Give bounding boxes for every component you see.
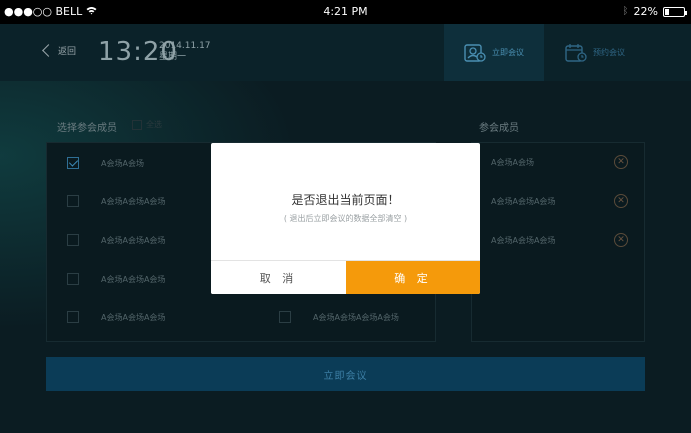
dialog-title: 是否退出当前页面！ — [291, 193, 400, 207]
dialog-subtitle: ( 退出后立即会议的数据全部清空 ) — [283, 214, 408, 223]
confirm-button[interactable]: 确 定 — [346, 261, 480, 294]
exit-confirm-dialog: 是否退出当前页面！ ( 退出后立即会议的数据全部清空 ) 取 消 确 定 — [211, 143, 480, 294]
cancel-button[interactable]: 取 消 — [211, 261, 346, 294]
